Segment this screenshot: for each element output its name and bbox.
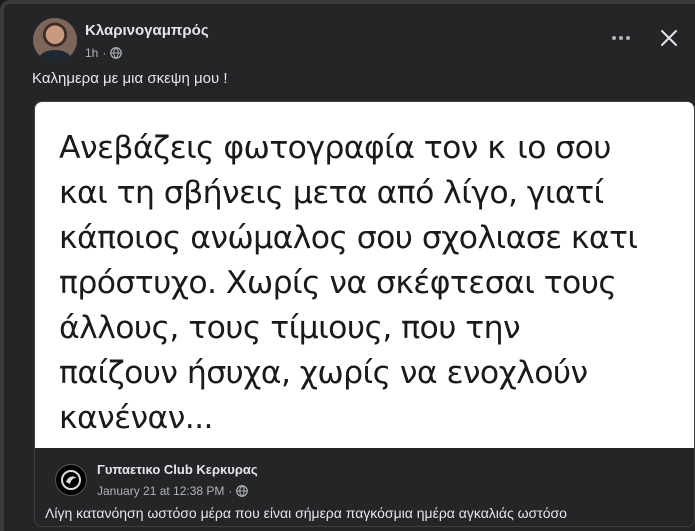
page-logo-icon: [61, 470, 81, 490]
globe-icon[interactable]: [110, 47, 123, 59]
post-time[interactable]: 1h: [85, 46, 98, 60]
shared-footer: Γυπαετικο Club Κερκυρας January 21 at 12…: [35, 448, 694, 526]
globe-icon: [236, 485, 249, 497]
image-line: κανέναν...: [59, 400, 214, 436]
shared-meta: January 21 at 12:38 PM ·: [97, 484, 249, 498]
image-line: και τη σβήνεις μετα από λίγο, γιατί: [59, 175, 604, 211]
author-avatar[interactable]: [33, 18, 77, 62]
page-name[interactable]: Γυπαετικο Club Κερκυρας: [97, 462, 258, 477]
shared-date[interactable]: January 21 at 12:38 PM: [97, 484, 224, 498]
post-caption: Καλημερα με μια σκεψη μου !: [32, 70, 228, 87]
meta-separator: ·: [228, 484, 233, 498]
header-actions: [609, 26, 681, 50]
post-card: Κλαρινογαμπρός 1h · Καλημερα με μια σκεψ…: [0, 0, 695, 531]
meta-separator: ·: [102, 46, 107, 60]
image-line: Ανεβάζεις φωτογραφία τον κ ιο σου: [59, 130, 612, 166]
close-icon[interactable]: [657, 26, 681, 50]
author-name[interactable]: Κλαρινογαμπρός: [85, 22, 209, 39]
shared-caption: Λίγη κατανόηση ωστόσο μέρα που είναι σήμ…: [45, 505, 567, 521]
image-text: Ανεβάζεις φωτογραφία τον κ ιο σου και τη…: [59, 126, 689, 441]
more-options-icon[interactable]: [609, 26, 633, 50]
image-line: πρόστυχο. Χωρίς να σκέφτεσαι τους: [59, 265, 617, 301]
image-line: άλλους, τους τίμιους, που την: [59, 310, 521, 346]
page-avatar[interactable]: [55, 464, 87, 496]
post-meta: 1h ·: [85, 46, 123, 60]
image-line: παίζουν ήσυχα, χωρίς να ενοχλούν: [59, 355, 588, 391]
shared-post[interactable]: Ανεβάζεις φωτογραφία τον κ ιο σου και τη…: [34, 101, 695, 527]
image-line: κάποιος ανώμαλος σου σχολιασε κατι: [59, 220, 638, 256]
shared-image[interactable]: Ανεβάζεις φωτογραφία τον κ ιο σου και τη…: [35, 102, 694, 448]
